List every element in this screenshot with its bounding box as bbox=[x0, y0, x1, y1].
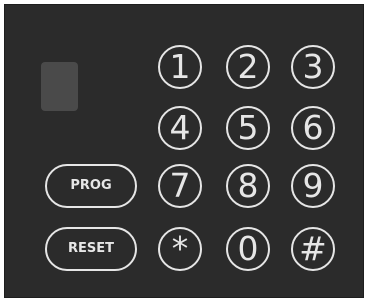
key-5[interactable]: 5 bbox=[226, 106, 270, 150]
key-5-label: 5 bbox=[237, 108, 259, 147]
key-star-label: * bbox=[171, 229, 189, 268]
key-6-label: 6 bbox=[302, 108, 324, 147]
key-star[interactable]: * bbox=[158, 227, 202, 271]
prog-button-label: PROG bbox=[70, 178, 112, 193]
key-7-label: 7 bbox=[169, 166, 191, 205]
key-3[interactable]: 3 bbox=[291, 45, 335, 89]
key-8[interactable]: 8 bbox=[226, 164, 270, 208]
key-2[interactable]: 2 bbox=[226, 45, 270, 89]
key-9-label: 9 bbox=[302, 166, 324, 205]
key-7[interactable]: 7 bbox=[158, 164, 202, 208]
key-hash-label: # bbox=[299, 229, 327, 268]
prog-button[interactable]: PROG bbox=[45, 164, 137, 208]
key-1-label: 1 bbox=[169, 47, 191, 86]
key-8-label: 8 bbox=[237, 166, 259, 205]
status-indicator bbox=[41, 62, 78, 111]
reset-button[interactable]: RESET bbox=[45, 227, 137, 271]
key-0-label: 0 bbox=[237, 229, 259, 268]
key-4-label: 4 bbox=[169, 108, 191, 147]
key-3-label: 3 bbox=[302, 47, 324, 86]
key-6[interactable]: 6 bbox=[291, 106, 335, 150]
key-1[interactable]: 1 bbox=[158, 45, 202, 89]
reset-button-label: RESET bbox=[67, 241, 114, 256]
key-9[interactable]: 9 bbox=[291, 164, 335, 208]
key-2-label: 2 bbox=[237, 47, 259, 86]
keypad-panel: 1 2 3 4 5 6 PROG 7 8 9 RESET * 0 # bbox=[4, 4, 364, 298]
key-hash[interactable]: # bbox=[291, 227, 335, 271]
key-4[interactable]: 4 bbox=[158, 106, 202, 150]
key-0[interactable]: 0 bbox=[226, 227, 270, 271]
